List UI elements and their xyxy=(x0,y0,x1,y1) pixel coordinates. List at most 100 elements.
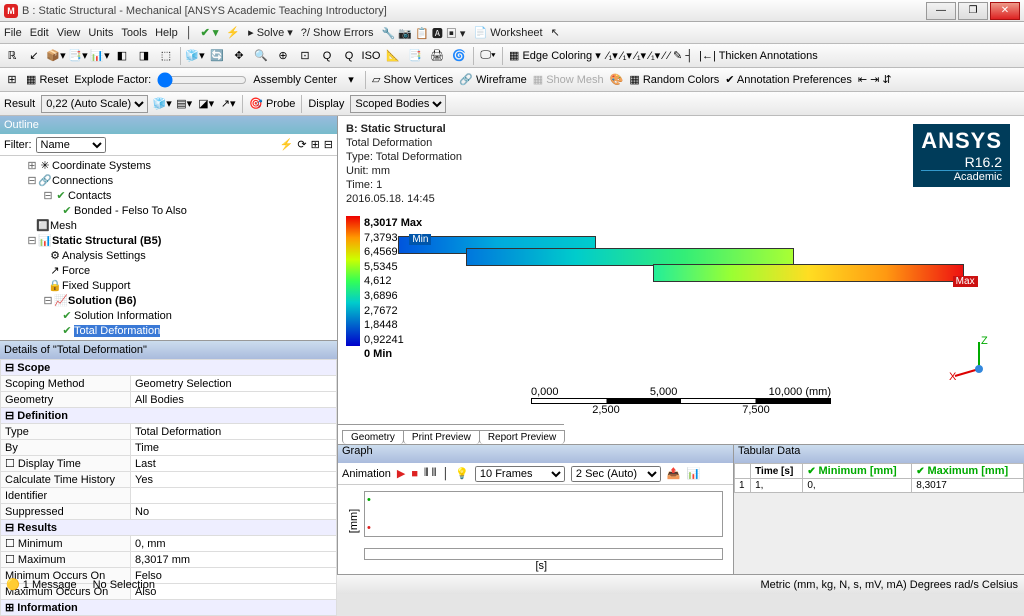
row-by-v[interactable]: Time xyxy=(131,440,337,456)
anim-mode-icons[interactable]: ⫴ ⫴ xyxy=(424,467,436,480)
tree-bonded[interactable]: Bonded - Felso To Also xyxy=(74,205,187,217)
show-errors-button[interactable]: ?/ Show Errors xyxy=(301,27,374,39)
chart-icon[interactable]: 📊 xyxy=(687,467,701,480)
row-hist-v[interactable]: Yes xyxy=(131,472,337,488)
tree-contacts[interactable]: Contacts xyxy=(68,190,111,202)
tb2-ic[interactable]: Q xyxy=(319,48,335,64)
annotation-prefs-button[interactable]: ✔ Annotation Preferences xyxy=(725,73,852,86)
tb2-ic[interactable]: 📐 xyxy=(385,48,401,64)
tb2-ic[interactable]: ℝ xyxy=(4,48,20,64)
thicken-annotations-button[interactable]: |←| Thicken Annotations xyxy=(699,50,818,62)
bulb-icon[interactable]: 💡 xyxy=(455,467,469,480)
tree-solution[interactable]: Solution (B6) xyxy=(68,295,136,307)
zoom-ext-icon[interactable]: ⊕ xyxy=(275,48,291,64)
explode-slider[interactable] xyxy=(157,72,247,88)
tab-geometry[interactable]: Geometry xyxy=(342,430,404,444)
align-icons[interactable]: ⇤ ⇥ ⇵ xyxy=(858,73,892,86)
random-colors-button[interactable]: ▦ Random Colors xyxy=(629,73,719,86)
tab-print-preview[interactable]: Print Preview xyxy=(403,430,480,444)
tree-totaldef[interactable]: Total Deformation xyxy=(74,325,160,337)
assembly-center-button[interactable]: Assembly Center xyxy=(253,74,337,86)
cell-max[interactable]: 8,3017 xyxy=(912,479,1024,493)
minimize-button[interactable]: — xyxy=(926,2,956,20)
outline-tree[interactable]: ⊞✳Coordinate Systems ⊟🔗Connections ⊟✔Con… xyxy=(0,156,337,340)
tb2-ic[interactable]: ◧ xyxy=(114,48,130,64)
misc-icons[interactable]: 🔧 📷 📋 🅰 ▣ ▾ xyxy=(382,25,466,41)
refresh-icon[interactable]: ⟳ xyxy=(297,138,306,151)
tb2-ic[interactable]: ◨ xyxy=(136,48,152,64)
palette-icon[interactable]: 🎨 xyxy=(610,73,624,86)
menu-edit[interactable]: Edit xyxy=(30,27,49,39)
filter-select[interactable]: Name xyxy=(36,137,106,153)
menu-file[interactable]: File xyxy=(4,27,22,39)
tree-solinfo[interactable]: Solution Information xyxy=(74,310,172,322)
tb2-ic[interactable]: ↙ xyxy=(26,48,42,64)
view-icon[interactable]: 🖵▾ xyxy=(480,48,496,64)
tree-fixed[interactable]: Fixed Support xyxy=(62,280,130,292)
axis-triad[interactable]: Z X xyxy=(949,334,999,384)
cell-min[interactable]: 0, xyxy=(803,479,912,493)
expand-icon[interactable]: ⊞ xyxy=(311,138,320,151)
rotate-icon[interactable]: 🔄 xyxy=(209,48,225,64)
check-icon[interactable]: ✔ ▾ xyxy=(201,26,219,39)
lightning-icon[interactable]: ⚡ xyxy=(226,26,240,39)
print-icon[interactable]: 🖨 xyxy=(429,48,445,64)
edge-styles[interactable]: ⁄₁▾ ⁄₁▾ ⁄₁▾ ⁄₁▾ ⁄ ⁄ ✎ ┤ xyxy=(607,49,693,62)
row-ident-v[interactable] xyxy=(131,488,337,504)
tab-report-preview[interactable]: Report Preview xyxy=(479,430,565,444)
cell-time[interactable]: 1, xyxy=(751,479,803,493)
viewport[interactable]: ANSYS R16.2 Academic B: Static Structura… xyxy=(338,116,1024,444)
pan-icon[interactable]: ✥ xyxy=(231,48,247,64)
menu-tools[interactable]: Tools xyxy=(121,27,147,39)
menu-help[interactable]: Help xyxy=(155,27,178,39)
menu-units[interactable]: Units xyxy=(88,27,113,39)
filter-icon[interactable]: ⚡ xyxy=(280,138,294,151)
tb2-ic[interactable]: 📑▾ xyxy=(70,48,86,64)
tree-conn[interactable]: Connections xyxy=(52,175,113,187)
iso2-icon[interactable]: ◪▾ xyxy=(198,96,214,112)
tb2-ic[interactable]: 📦▾ xyxy=(48,48,64,64)
status-msg[interactable]: 🟡 1 Message xyxy=(6,578,77,591)
reset-button[interactable]: ▦ Reset xyxy=(26,73,68,86)
tb2-ic[interactable]: ⬚ xyxy=(158,48,174,64)
tb2-ic[interactable]: 📑 xyxy=(407,48,423,64)
zoom-fit-icon[interactable]: ⊡ xyxy=(297,48,313,64)
iso-icon[interactable]: ISO xyxy=(363,48,379,64)
show-vertices-button[interactable]: ▱ Show Vertices xyxy=(372,73,453,86)
speed-select[interactable]: 2 Sec (Auto) xyxy=(571,466,661,482)
tabular-table[interactable]: Time [s] ✔ Minimum [mm] ✔ Maximum [mm] 1… xyxy=(734,463,1024,493)
show-mesh-button[interactable]: ▦ Show Mesh xyxy=(533,73,604,86)
scale-select[interactable]: 0,22 (Auto Scale) xyxy=(41,95,148,113)
tree-static[interactable]: Static Structural (B5) xyxy=(52,235,161,247)
row-disptime-v[interactable]: Last xyxy=(131,456,337,472)
tree-force[interactable]: Force xyxy=(62,265,90,277)
tb2-ic[interactable]: Q xyxy=(341,48,357,64)
frames-select[interactable]: 10 Frames xyxy=(475,466,565,482)
export-icon[interactable]: 📤 xyxy=(667,467,681,480)
menu-view[interactable]: View xyxy=(57,27,81,39)
vector-icon[interactable]: ↗▾ xyxy=(220,96,236,112)
wireframe-button[interactable]: 🔗 Wireframe xyxy=(459,73,527,86)
row-type-v[interactable]: Total Deformation xyxy=(131,424,337,440)
tree-analysis[interactable]: Analysis Settings xyxy=(62,250,146,262)
stop-icon[interactable]: ■ xyxy=(411,468,418,480)
tb2-ic[interactable]: 📊▾ xyxy=(92,48,108,64)
probe-button[interactable]: 🎯 Probe xyxy=(249,97,295,110)
collapse-icon[interactable]: ⊟ xyxy=(324,138,333,151)
row-geom-v[interactable]: All Bodies xyxy=(131,392,337,408)
close-button[interactable]: ✕ xyxy=(990,2,1020,20)
maximize-button[interactable]: ❐ xyxy=(958,2,988,20)
row-scoping-v[interactable]: Geometry Selection xyxy=(131,376,337,392)
solve-button[interactable]: ▸ Solve ▾ xyxy=(248,26,293,39)
play-icon[interactable]: ▶ xyxy=(397,467,405,480)
tree-mesh[interactable]: Mesh xyxy=(50,220,77,232)
chevron-down-icon[interactable]: ▾ xyxy=(343,72,359,88)
tree-coord[interactable]: Coordinate Systems xyxy=(52,160,151,172)
cube2-icon[interactable]: 🧊▾ xyxy=(154,96,170,112)
cube-icon[interactable]: 🧊▾ xyxy=(187,48,203,64)
tb3-ic[interactable]: ⊞ xyxy=(4,72,20,88)
graph-area[interactable]: [mm] • • [s] xyxy=(338,485,733,574)
scoped-select[interactable]: Scoped Bodies xyxy=(350,95,446,113)
zoom-icon[interactable]: 🔍 xyxy=(253,48,269,64)
tb2-ic[interactable]: 🌀 xyxy=(451,48,467,64)
